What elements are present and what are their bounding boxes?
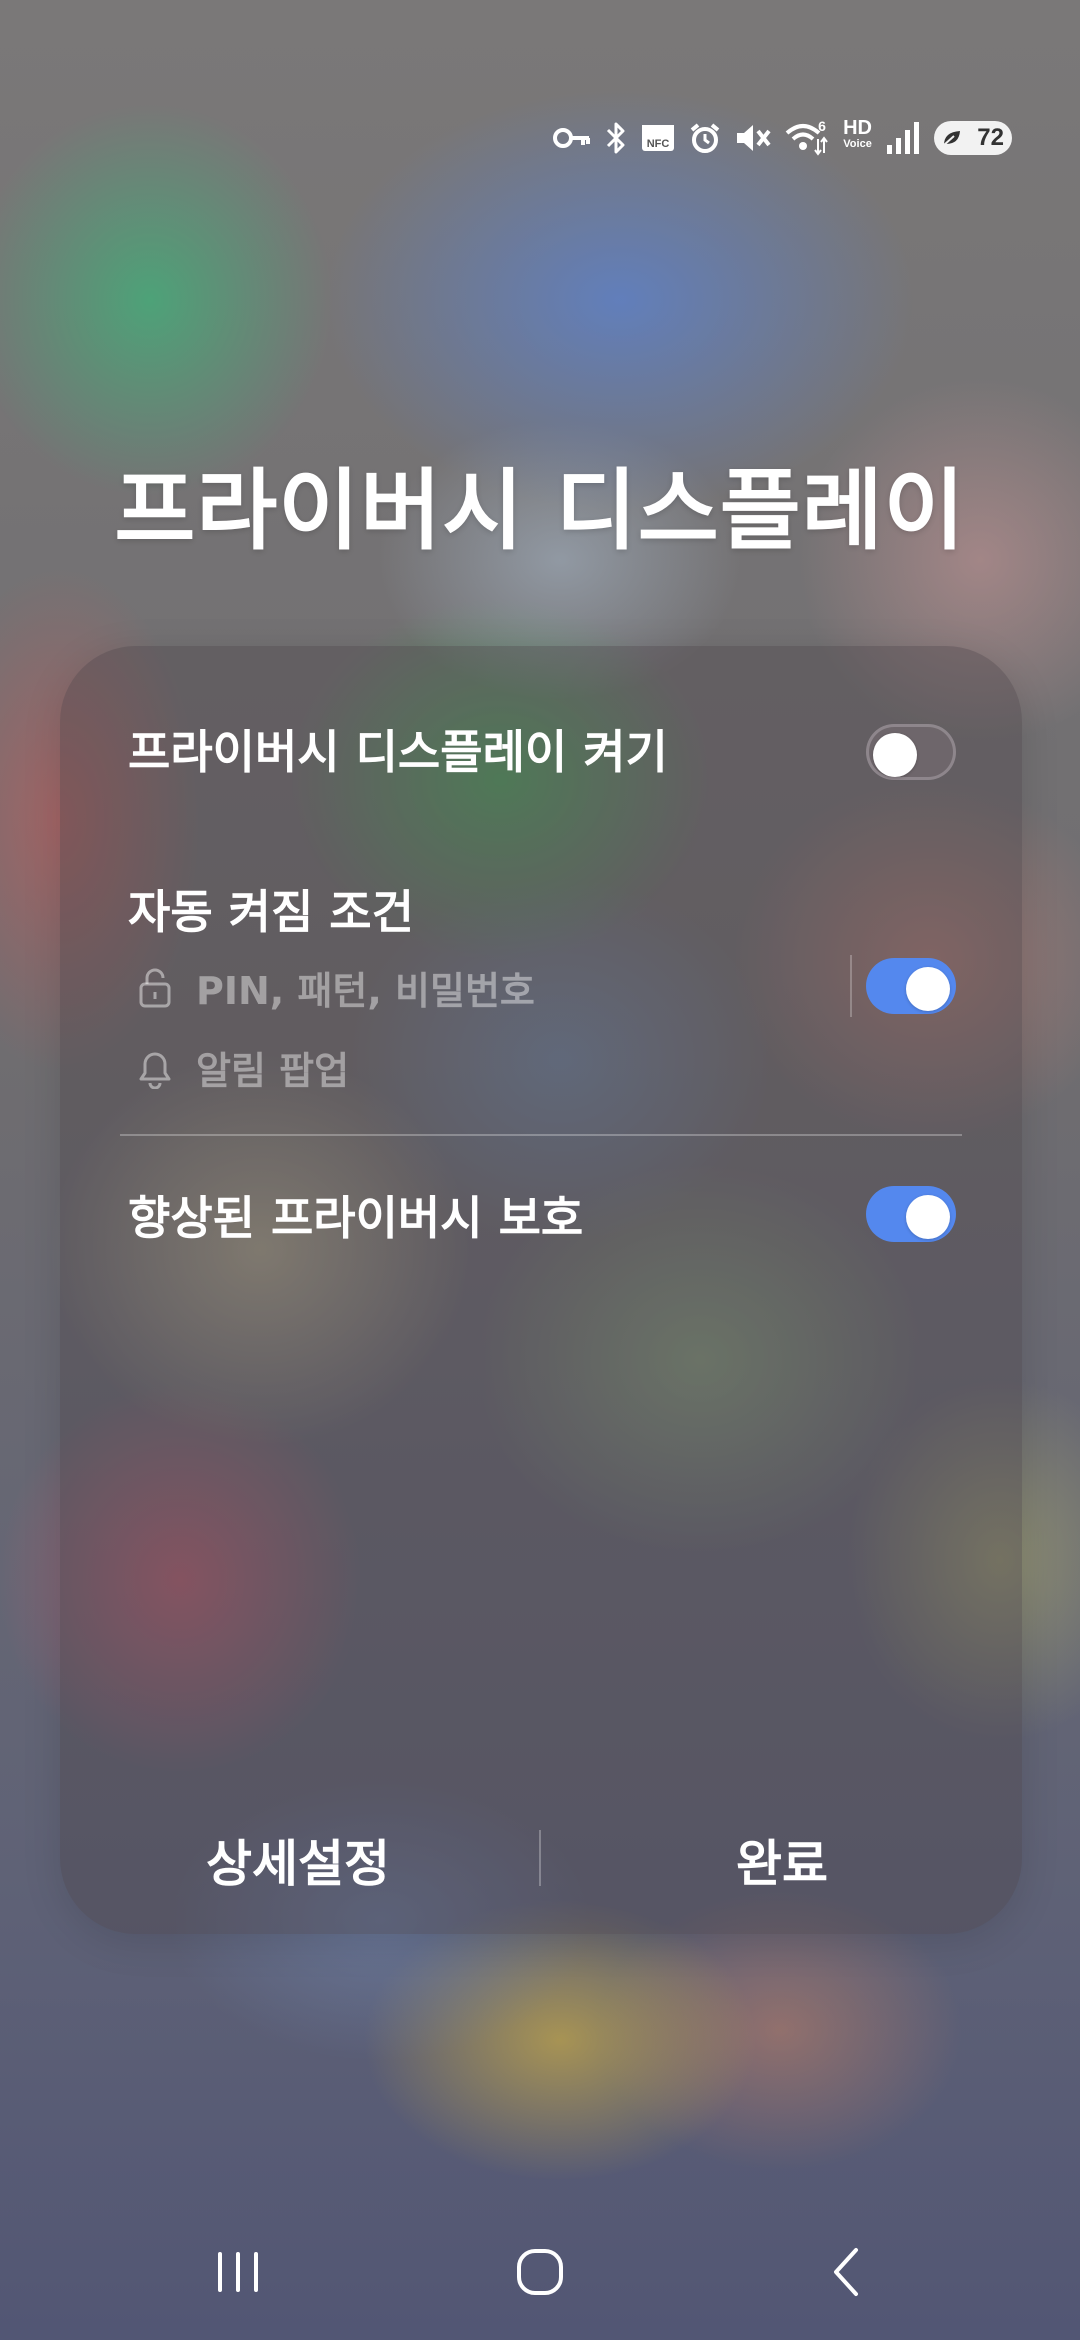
home-button[interactable] — [490, 2240, 590, 2304]
page-title: 프라이버시 디스플레이 — [114, 459, 966, 562]
toggle-knob — [873, 733, 917, 777]
hd-voice-icon: HD Voice — [843, 118, 872, 158]
toggle-divider — [850, 955, 852, 1017]
toggle-knob — [906, 967, 950, 1011]
home-icon — [517, 2249, 563, 2295]
enhanced-privacy-protection-label: 향상된 프라이버시 보호 — [128, 1191, 584, 1245]
recents-button[interactable] — [188, 2240, 288, 2304]
wifi-badge: 6 — [818, 119, 826, 134]
signal-icon — [886, 118, 920, 158]
nfc-icon: NFC — [641, 118, 675, 158]
mute-icon — [735, 118, 771, 158]
voice-text: Voice — [843, 138, 872, 150]
enhanced-privacy-protection-toggle[interactable] — [866, 1186, 956, 1242]
details-settings-button[interactable]: 상세설정 — [118, 1820, 478, 1900]
condition-pin-pattern-password: PIN, 패턴, 비밀번호 — [134, 960, 535, 1015]
button-divider — [539, 1830, 541, 1886]
key-icon — [553, 118, 591, 158]
power-saving-leaf-icon — [943, 131, 960, 146]
bluetooth-icon — [605, 118, 627, 158]
status-bar: NFC 6 HD Voice 72 — [553, 112, 1012, 164]
done-button[interactable]: 완료 — [602, 1820, 962, 1900]
nfc-text: NFC — [647, 138, 670, 150]
enable-privacy-display-toggle[interactable] — [866, 724, 956, 780]
condition-label: 알림 팝업 — [196, 1049, 350, 1093]
hd-text: HD — [843, 117, 872, 139]
privacy-display-panel — [60, 646, 1022, 1934]
condition-label: PIN, 패턴, 비밀번호 — [196, 969, 535, 1013]
recents-icon — [218, 2252, 258, 2292]
wifi-icon: 6 — [785, 118, 829, 158]
auto-on-conditions-title: 자동 켜짐 조건 — [128, 885, 414, 939]
section-divider — [120, 1134, 962, 1136]
alarm-icon — [689, 118, 721, 158]
condition-notification-popup: 알림 팝업 — [134, 1040, 349, 1095]
toggle-knob — [906, 1195, 950, 1239]
back-button[interactable] — [796, 2240, 896, 2304]
battery-level: 72 — [977, 124, 1004, 151]
back-icon — [834, 2248, 858, 2296]
enable-privacy-display-label: 프라이버시 디스플레이 켜기 — [128, 725, 668, 779]
battery-pill: 72 — [934, 121, 1012, 155]
lock-icon — [134, 967, 176, 1009]
auto-on-toggle[interactable] — [866, 958, 956, 1014]
battery-icon: 72 — [934, 118, 1012, 158]
bell-icon — [134, 1047, 176, 1089]
